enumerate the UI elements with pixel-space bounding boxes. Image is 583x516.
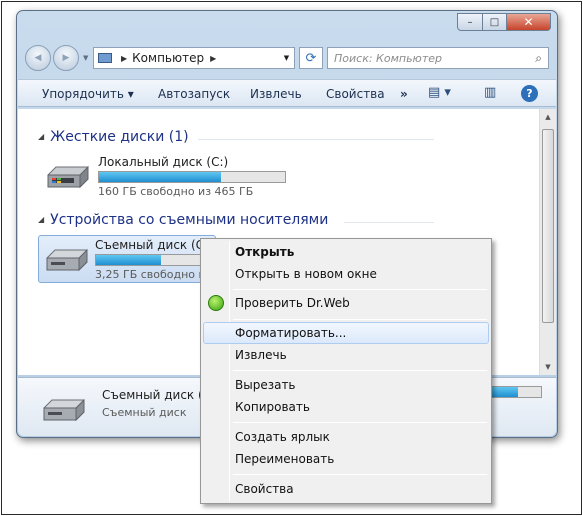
group-hard-disks-title: Жесткие диски (1) [50, 129, 189, 145]
eject-button[interactable]: Извлечь [250, 87, 302, 101]
breadcrumb-chevron-icon[interactable]: ▶ [121, 54, 127, 63]
refresh-button[interactable]: ⟳ [299, 47, 323, 69]
back-arrow-icon: ◀ [34, 53, 42, 63]
search-placeholder: Поиск: Компьютер [334, 51, 442, 65]
menu-item-copy[interactable]: Копировать [203, 396, 489, 418]
autoplay-button[interactable]: Автозапуск [158, 87, 230, 101]
minimize-button[interactable]: – [457, 13, 483, 31]
menu-item-create-shortcut[interactable]: Создать ярлык [203, 426, 489, 448]
removable-drive-icon [46, 248, 88, 272]
forward-arrow-icon: ▶ [62, 53, 70, 63]
recent-pages-dropdown-icon[interactable]: ▼ [83, 54, 88, 62]
menu-separator [233, 319, 487, 320]
scroll-up-icon[interactable]: ▲ [540, 109, 556, 125]
breadcrumb-chevron-icon[interactable]: ▶ [210, 54, 216, 63]
vertical-scrollbar[interactable]: ▲ ▼ [539, 109, 556, 375]
menu-separator [233, 422, 487, 423]
drive-g-free-space: 3,25 ГБ свободно из [95, 268, 212, 281]
help-icon[interactable]: ? [521, 85, 538, 102]
drive-c-label: Локальный диск (C:) [98, 155, 229, 169]
scrollbar-thumb[interactable] [542, 129, 554, 323]
drive-g-label: Съемный диск (G:) [95, 238, 214, 252]
computer-icon [98, 53, 112, 63]
details-drive-name: Съемный диск (G [102, 388, 212, 402]
drweb-spider-icon [208, 295, 224, 311]
menu-item-properties[interactable]: Свойства [203, 478, 489, 500]
navigation-bar: ◀ ▶ ▼ ▶ Компьютер ▶ ▼ ⟳ Поиск: Компьютер… [23, 45, 551, 71]
address-dropdown-icon[interactable]: ▼ [279, 47, 295, 69]
menu-separator [233, 370, 487, 371]
menu-item-check-drweb[interactable]: Проверить Dr.Web [203, 292, 489, 314]
properties-button[interactable]: Свойства [326, 87, 385, 101]
context-menu: Открыть Открыть в новом окне Проверить D… [200, 238, 492, 504]
menu-item-format[interactable]: Форматировать... [203, 322, 489, 344]
group-divider [198, 139, 434, 140]
more-commands-button[interactable]: » [400, 87, 408, 101]
group-hard-disks[interactable]: ◢ Жесткие диски (1) [38, 129, 189, 145]
maximize-button[interactable]: □ [483, 13, 507, 31]
menu-item-check-drweb-label: Проверить Dr.Web [235, 296, 350, 310]
menu-item-cut[interactable]: Вырезать [203, 374, 489, 396]
menu-item-eject[interactable]: Извлечь [203, 344, 489, 366]
removable-drive-icon [43, 398, 85, 422]
group-removable[interactable]: ◢ Устройства со съемными носителями [38, 212, 328, 228]
close-button[interactable]: ✕ [507, 13, 551, 31]
preview-pane-icon[interactable]: ▥ [484, 85, 496, 100]
search-icon[interactable]: ⌕ [535, 51, 542, 66]
menu-separator [233, 289, 487, 290]
drive-g-usage-bar [95, 254, 215, 266]
menu-item-open[interactable]: Открыть [203, 241, 489, 263]
breadcrumb-computer[interactable]: Компьютер [132, 51, 204, 65]
command-bar: Упорядочить ▾ Автозапуск Извлечь Свойств… [18, 79, 556, 107]
drive-c-usage-bar [98, 171, 286, 183]
collapse-triangle-icon[interactable]: ◢ [38, 132, 44, 141]
back-button[interactable]: ◀ [25, 45, 51, 71]
menu-separator [233, 474, 487, 475]
drive-c-free-space: 160 ГБ свободно из 465 ГБ [98, 185, 254, 198]
scroll-down-icon[interactable]: ▼ [540, 359, 556, 375]
menu-item-rename[interactable]: Переименовать [203, 448, 489, 470]
drive-c[interactable]: Локальный диск (C:) 160 ГБ свободно из 4… [40, 153, 288, 201]
menu-item-open-new-window[interactable]: Открыть в новом окне [203, 263, 489, 285]
search-input[interactable]: Поиск: Компьютер ⌕ [327, 47, 549, 69]
organize-button[interactable]: Упорядочить ▾ [42, 87, 134, 101]
window-controls: – □ ✕ [457, 13, 551, 31]
group-removable-title: Устройства со съемными носителями [50, 212, 329, 228]
change-view-icon[interactable]: ▤ ▾ [428, 85, 451, 100]
details-usage-bar [488, 386, 542, 398]
refresh-icon: ⟳ [305, 50, 317, 66]
drive-g[interactable]: Съемный диск (G:) 3,25 ГБ свободно из [38, 235, 216, 283]
details-drive-type: Съемный диск [102, 406, 187, 419]
group-divider [344, 222, 434, 223]
address-bar[interactable]: ▶ Компьютер ▶ [93, 47, 293, 69]
forward-button[interactable]: ▶ [53, 45, 79, 71]
hard-drive-windows-icon [47, 165, 89, 189]
collapse-triangle-icon[interactable]: ◢ [38, 215, 44, 224]
